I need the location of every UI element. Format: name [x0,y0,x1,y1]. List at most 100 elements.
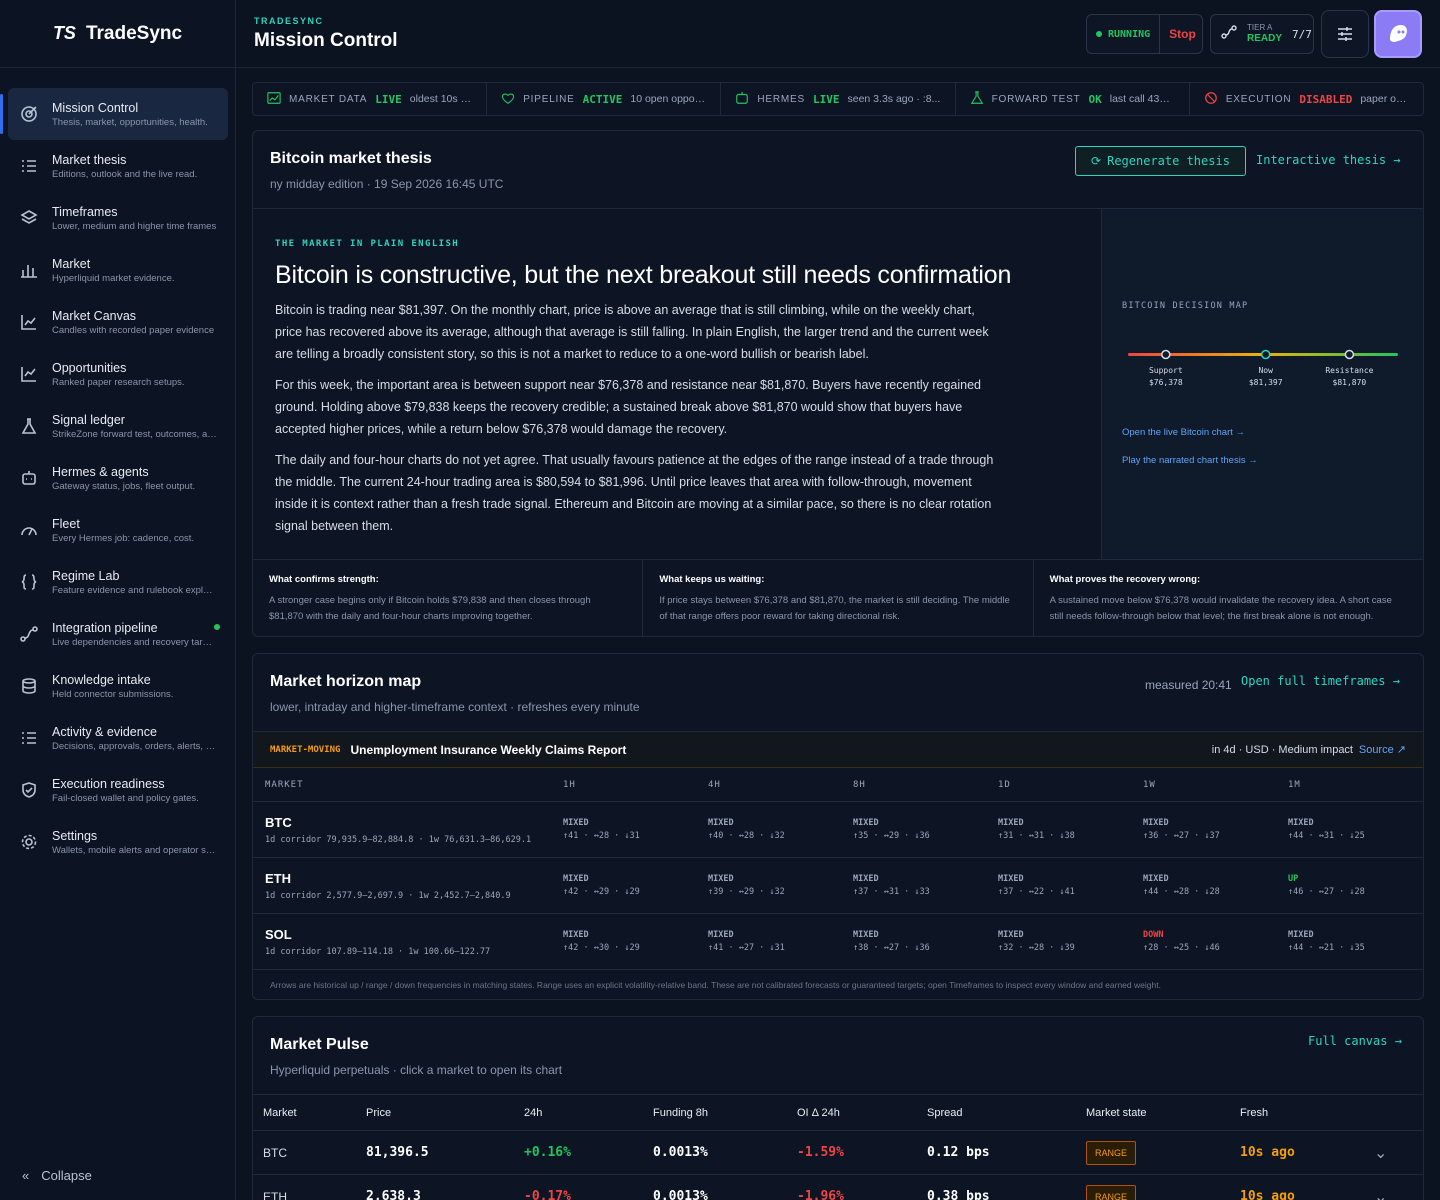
sidebar-item-execution-readiness[interactable]: Execution readiness Fail-closed wallet an… [8,764,228,816]
sidebar-item-description: Live dependencies and recovery targets [52,636,217,648]
status-forward-test[interactable]: FORWARD TEST OK last call 43m ago [956,83,1190,115]
pulse-row[interactable]: ETH 2,638.3 -0.17% 0.0013% -1.96% 0.38 bps RAN… [253,1175,1423,1200]
horizon-row[interactable]: ETH 1d corridor 2,577.9–2,697.9 · 1w 2,45… [253,858,1423,914]
sidebar-item-signal-ledger[interactable]: Signal ledger StrikeZone forward test, ou… [8,400,228,452]
thesis-paragraph: For this week, the important area is bet… [275,378,981,436]
sidebar-item-regime-lab[interactable]: Regime Lab Feature evidence and rulebook … [8,556,228,608]
horizon-table-body: BTC 1d corridor 79,935.9–82,884.8 · 1w 76… [253,802,1423,970]
event-meta: in 4d · USD · Medium impact [1211,743,1353,756]
horizon-cell: MIXED ↑41 · ↔27 · ↓31 [698,930,843,953]
horizon-state: MIXED [708,874,734,884]
chevron-down-icon[interactable]: ⌄ [1374,1187,1387,1200]
brand-name: TradeSync [85,22,183,44]
main-content: TRADESYNC Mission Control RUNNING Stop T… [236,0,1440,1200]
health-status-bar: MARKET DATA LIVE oldest 10s ago PIPELINE ACT… [252,82,1424,116]
robot-icon [735,91,749,108]
tier-status[interactable]: TIER A READY 7/7 [1210,14,1314,54]
sidebar-item-label: Market thesis [52,152,127,167]
sidebar-item-mission-control[interactable]: Mission Control Thesis, market, opportuni… [0,88,228,140]
interactive-thesis-link[interactable]: Interactive thesis → [1256,153,1401,167]
status-market-data[interactable]: MARKET DATA LIVE oldest 10s ago [253,83,488,115]
sidebar-item-opportunities[interactable]: Opportunities Ranked paper research setup… [8,348,228,400]
sidebar-item-text: Execution readiness Fail-closed wallet an… [52,777,199,804]
sidebar-item-hermes-agents[interactable]: Hermes & agents Gateway status, jobs, fle… [8,452,228,504]
horizon-row[interactable]: BTC 1d corridor 79,935.9–82,884.8 · 1w 76… [253,802,1423,858]
sidebar-item-integration-pipeline[interactable]: Integration pipeline Live dependencies an… [8,608,228,660]
sidebar-item-text: Activity & evidence Decisions, approvals,… [52,725,217,752]
sidebar: TS TradeSync Mission Control Thesis, mark… [0,0,236,1200]
status-pipeline[interactable]: PIPELINE ACTIVE 10 open opportunities [487,83,722,115]
horizon-frequencies: ↑31 · ↔31 · ↓38 [998,831,1075,841]
status-detail: last call 43m ago [1109,93,1175,105]
horizon-frequencies: ↑37 · ↔22 · ↓41 [998,887,1075,897]
pulse-chg: -0.17% [524,1189,571,1200]
horizon-col-header: 1W [1143,779,1156,790]
sidebar-nav: Mission Control Thesis, market, opportuni… [0,88,228,868]
sidebar-item-activity-evidence[interactable]: Activity & evidence Decisions, approvals,… [8,712,228,764]
sidebar-item-text: Settings Wallets, mobile alerts and opera… [52,829,217,856]
regenerate-thesis-button[interactable]: ⟳ Regenerate thesis [1075,146,1246,176]
sidebar-item-description: Candles with recorded paper evidence [52,324,215,336]
status-hermes[interactable]: HERMES LIVE seen 3.3s ago · :8... [721,83,956,115]
status-detail: seen 3.3s ago · :8... [847,93,941,105]
horizon-cell: MIXED ↑42 · ↔30 · ↓29 [553,930,698,953]
narrated-thesis-link[interactable]: Play the narrated chart thesis → [1122,455,1258,466]
asset-symbol: SOL [265,926,292,942]
horizon-cell: MIXED ↑38 · ↔27 · ↓36 [843,930,988,953]
refresh-icon: ⟳ [1091,154,1102,168]
market-event-banner: MARKET-MOVING Unemployment Insurance Wee… [253,732,1423,768]
pulse-col-header: 24h [524,1106,543,1119]
sidebar-item-market-thesis[interactable]: Market thesis Editions, outlook and the l… [8,140,228,192]
pulse-fresh: 10s ago [1240,1189,1295,1200]
pulse-subtitle: Hyperliquid perpetuals · click a market … [270,1063,563,1077]
topbar: TRADESYNC Mission Control RUNNING Stop T… [236,0,1440,68]
flask-icon [970,90,984,108]
open-timeframes-link[interactable]: Open full timeframes → [1241,674,1400,688]
collapse-button[interactable]: « Collapse [22,1168,92,1183]
status-detail: 10 open opportunities [630,93,707,105]
pulse-funding: 0.0013% [653,1189,708,1200]
sidebar-item-timeframes[interactable]: Timeframes Lower, medium and higher time … [8,192,228,244]
pulse-oi: -1.59% [797,1145,844,1160]
full-canvas-link[interactable]: Full canvas → [1308,1034,1402,1048]
sidebar-item-label: Market Canvas [52,308,137,323]
horizon-row[interactable]: SOL 1d corridor 107.89–114.18 · 1w 100.66… [253,914,1423,970]
horizon-state: MIXED [1143,818,1169,828]
stop-button[interactable]: Stop [1160,27,1205,41]
sidebar-item-description: Editions, outlook and the live read. [52,168,198,180]
thesis-paragraph: Bitcoin is trading near $81,397. On the … [275,303,989,361]
horizon-frequencies: ↑40 · ↔28 · ↓32 [708,831,785,841]
horizon-state: MIXED [853,818,879,828]
status-execution[interactable]: EXECUTION DISABLED paper only [1190,83,1423,115]
thesis-edition: ny midday edition · 19 Sep 2026 16:45 UT… [270,177,504,191]
horizon-frequencies: ↑46 · ↔27 · ↓28 [1288,887,1365,897]
sidebar-item-text: Signal ledger StrikeZone forward test, ou… [52,413,217,440]
chevron-down-icon[interactable]: ⌄ [1374,1143,1387,1163]
status-value: OK [1088,92,1102,106]
event-source-link[interactable]: Source ↗ [1359,743,1406,756]
criteria-panel: What keeps us waiting: If price stays bet… [643,560,1034,636]
horizon-cell: MIXED ↑40 · ↔28 · ↓32 [698,818,843,841]
horizon-cell: MIXED ↑37 · ↔31 · ↓33 [843,874,988,897]
support-marker [1161,349,1171,360]
horizon-cell: MIXED ↑41 · ↔28 · ↓31 [553,818,698,841]
sidebar-item-knowledge-intake[interactable]: Knowledge intake Held connector submissio… [8,660,228,712]
sidebar-item-settings[interactable]: Settings Wallets, mobile alerts and opera… [8,816,228,868]
open-live-chart-link[interactable]: Open the live Bitcoin chart → [1122,427,1245,438]
criteria-title: What proves the recovery wrong: [1049,574,1201,585]
sidebar-item-description: Wallets, mobile alerts and operator sett… [52,844,217,856]
sidebar-item-market[interactable]: Market Hyperliquid market evidence. [8,244,228,296]
horizon-state: MIXED [853,930,879,940]
horizon-frequencies: ↑28 · ↔25 · ↓46 [1143,943,1220,953]
horizon-state: MIXED [998,818,1024,828]
status-key: PIPELINE [523,93,575,105]
sidebar-item-fleet[interactable]: Fleet Every Hermes job: cadence, cost. [8,504,228,556]
page-title: Mission Control [254,30,398,51]
brand[interactable]: TS TradeSync [0,0,235,68]
status-detail: oldest 10s ago [409,93,473,105]
settings-sliders-button[interactable] [1321,10,1369,58]
activity-list-icon [18,727,40,749]
assistant-avatar-button[interactable] [1374,10,1422,58]
pulse-row[interactable]: BTC 81,396.5 +0.16% 0.0013% -1.59% 0.12 bps RA… [253,1131,1423,1175]
sidebar-item-market-canvas[interactable]: Market Canvas Candles with recorded paper… [8,296,228,348]
